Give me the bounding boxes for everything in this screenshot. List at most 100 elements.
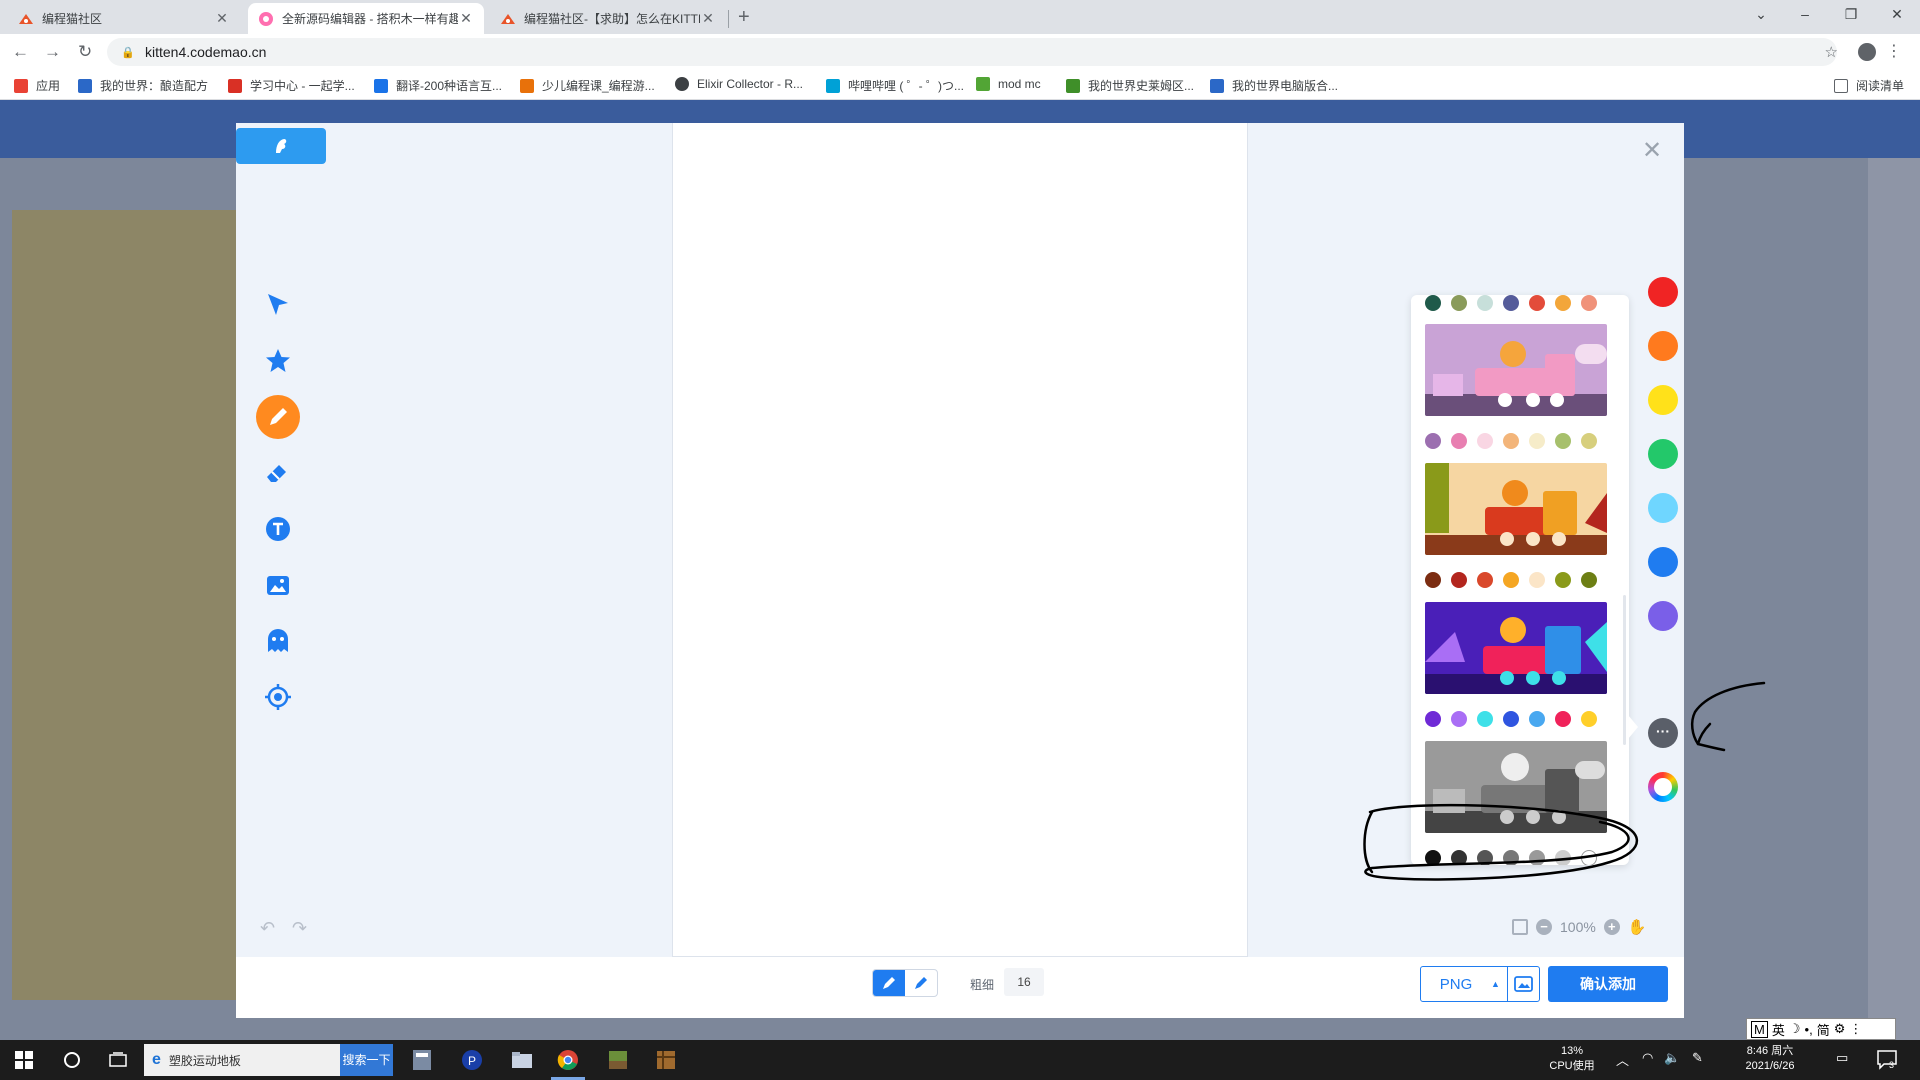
undo-button[interactable]: ↶ (260, 918, 275, 939)
color-wheel-button[interactable] (1648, 772, 1678, 802)
file-explorer-icon[interactable] (510, 1048, 534, 1072)
fit-canvas-icon[interactable] (1512, 919, 1528, 935)
close-tab-icon[interactable]: ✕ (214, 10, 230, 27)
palette-swatch[interactable] (1529, 711, 1545, 727)
zoom-out-icon[interactable]: − (1536, 919, 1552, 935)
browser-tab-1[interactable]: 编程猫社区 ✕ (8, 3, 240, 34)
target-tool-button[interactable] (256, 675, 300, 719)
caret-up-icon[interactable]: ▲ (1491, 979, 1507, 989)
palette-swatch[interactable] (1581, 572, 1597, 588)
ime-mode[interactable]: M (1751, 1020, 1768, 1038)
minecraft-icon[interactable] (606, 1048, 630, 1072)
palette-swatch[interactable] (1555, 295, 1571, 311)
back-icon[interactable]: ← (12, 42, 29, 62)
cortana-icon[interactable] (60, 1048, 84, 1072)
palette-swatch[interactable] (1477, 850, 1493, 865)
color-lightblue-button[interactable] (1648, 493, 1678, 523)
palette-swatch[interactable] (1581, 295, 1597, 311)
punctuation-icon[interactable]: •, (1805, 1022, 1813, 1037)
bookmark-item[interactable]: 学习中心 - 一起学... (228, 77, 355, 94)
windows-start-icon[interactable] (12, 1048, 36, 1072)
more-colors-button[interactable]: ··· (1648, 718, 1678, 748)
bookmark-item[interactable]: 哔哩哔哩 ( ゜- ゜)つ... (826, 77, 964, 94)
palette-swatch[interactable] (1451, 572, 1467, 588)
palette-swatch[interactable] (1477, 572, 1493, 588)
character-tool-button[interactable] (256, 619, 300, 663)
theme-preview-gray-train[interactable] (1425, 741, 1607, 833)
palette-swatch[interactable] (1477, 295, 1493, 311)
palette-swatch[interactable] (1503, 572, 1519, 588)
calculator-icon[interactable] (410, 1048, 434, 1072)
browser-tab-2[interactable]: 全新源码编辑器 - 搭积木一样有趣 ✕ (248, 3, 484, 34)
select-tool-button[interactable] (256, 283, 300, 327)
paint-logo-tab[interactable] (236, 128, 326, 164)
reading-list[interactable]: 阅读清单 (1834, 77, 1904, 94)
palette-swatch[interactable] (1555, 711, 1571, 727)
shape-tool-button[interactable] (256, 339, 300, 383)
palette-swatch[interactable] (1451, 850, 1467, 865)
moon-icon[interactable]: ☽ (1789, 1021, 1801, 1037)
palette-swatch[interactable] (1581, 850, 1597, 865)
palette-swatch[interactable] (1451, 295, 1467, 311)
drawing-canvas[interactable] (672, 123, 1248, 957)
reload-icon[interactable]: ↻ (78, 42, 92, 62)
palette-swatch[interactable] (1425, 295, 1441, 311)
tray-chevron-icon[interactable]: ︿ (1616, 1050, 1629, 1069)
theme-preview-purple-train[interactable] (1425, 602, 1607, 694)
show-desktop-icon[interactable]: ▭ (1836, 1050, 1848, 1066)
redo-button[interactable]: ↷ (292, 918, 307, 939)
palette-swatch[interactable] (1477, 711, 1493, 727)
bookmark-item[interactable]: 我的世界：酿造配方 (78, 77, 208, 94)
color-yellow-button[interactable] (1648, 385, 1678, 415)
bookmark-item[interactable]: mod mc (976, 77, 1041, 91)
color-orange-button[interactable] (1648, 331, 1678, 361)
ime-language[interactable]: 英 (1772, 1020, 1785, 1039)
pen-tray-icon[interactable]: ✎ (1692, 1050, 1703, 1066)
palette-swatch[interactable] (1529, 850, 1545, 865)
minimize-button[interactable]: – (1790, 6, 1820, 22)
text-tool-button[interactable] (256, 507, 300, 551)
taskbar-search-input[interactable]: e 塑胶运动地板 (144, 1044, 340, 1076)
notification-center-icon[interactable]: 3 (1876, 1048, 1898, 1070)
palette-swatch[interactable] (1581, 433, 1597, 449)
image-tool-button[interactable] (256, 563, 300, 607)
bookmark-item[interactable]: Elixir Collector - R... (675, 77, 803, 91)
color-blue-button[interactable] (1648, 547, 1678, 577)
palette-swatch[interactable] (1503, 711, 1519, 727)
bookmark-apps[interactable]: 应用 (14, 77, 60, 94)
palette-swatch[interactable] (1529, 572, 1545, 588)
palette-swatch[interactable] (1581, 711, 1597, 727)
crafting-table-icon[interactable] (654, 1048, 678, 1072)
bookmark-item[interactable]: 我的世界史莱姆区... (1066, 77, 1194, 94)
pen-mode-button[interactable] (873, 970, 905, 996)
palette-swatch[interactable] (1451, 711, 1467, 727)
task-view-icon[interactable] (106, 1048, 130, 1072)
palette-swatch[interactable] (1503, 433, 1519, 449)
theme-preview-pink-train[interactable] (1425, 324, 1607, 416)
bookmark-item[interactable]: 少儿编程课_编程游... (520, 77, 655, 94)
browser-menu-icon[interactable]: ⋮ (1886, 41, 1902, 61)
profile-avatar-icon[interactable] (1858, 43, 1876, 61)
ime-simplified[interactable]: 简 (1817, 1020, 1830, 1039)
palette-swatch[interactable] (1555, 850, 1571, 865)
palette-swatch[interactable] (1425, 711, 1441, 727)
p-app-icon[interactable]: P (460, 1048, 484, 1072)
system-clock[interactable]: 8:46 周六 2021/6/26 (1730, 1044, 1810, 1074)
palette-swatch[interactable] (1451, 433, 1467, 449)
restore-button[interactable]: ❐ (1836, 6, 1866, 23)
gear-icon[interactable]: ⚙ (1834, 1021, 1846, 1037)
thickness-input[interactable]: 16 (1004, 968, 1044, 996)
color-red-button[interactable] (1648, 277, 1678, 307)
wifi-icon[interactable]: ◠ (1642, 1050, 1653, 1066)
theme-preview-orange-train[interactable] (1425, 463, 1607, 555)
palette-swatch[interactable] (1425, 433, 1441, 449)
forward-icon[interactable]: → (44, 42, 61, 62)
palette-swatch[interactable] (1555, 433, 1571, 449)
hand-pan-icon[interactable]: ✋ (1628, 918, 1647, 936)
url-input[interactable]: 🔒 kitten4.codemao.cn (107, 38, 1837, 66)
palette-swatch[interactable] (1477, 433, 1493, 449)
chrome-icon[interactable] (556, 1048, 580, 1072)
brush-tool-button[interactable] (256, 395, 300, 439)
close-window-button[interactable]: ✕ (1882, 6, 1912, 23)
fill-mode-button[interactable] (905, 970, 937, 996)
